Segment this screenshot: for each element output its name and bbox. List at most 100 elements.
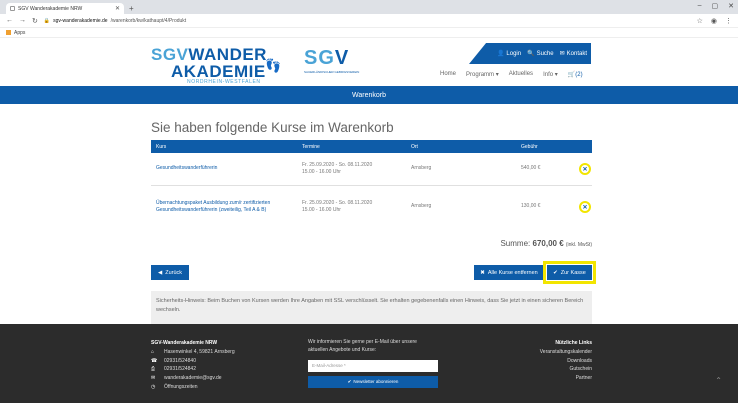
back-arrow-icon[interactable]: ← bbox=[6, 17, 13, 24]
main-nav: Home Programm ▾ Aktuelles Info ▾ 🛒(2) bbox=[440, 71, 583, 78]
column-ort: Ort bbox=[411, 143, 418, 150]
browser-tabbar: SGV Wanderakademie NRW ✕ + – ▢ ✕ bbox=[0, 0, 738, 14]
footer-link-voucher[interactable]: Gutschein bbox=[540, 365, 592, 374]
footer-address: Hasenwinkel 4, 59821 Arnsberg bbox=[164, 348, 235, 355]
remove-item-icon[interactable]: ✕ bbox=[579, 163, 591, 175]
browser-tab[interactable]: SGV Wanderakademie NRW ✕ bbox=[6, 3, 124, 14]
search-link[interactable]: 🔍 Suche bbox=[527, 50, 554, 58]
logo-text-nrw: NORDRHEIN-WESTFALEN bbox=[187, 79, 261, 85]
course-dates: Fr. 25.09.2020 - So. 08.11.2020 15.00 - 1… bbox=[302, 162, 411, 177]
footer-contact: SGV-Wanderakademie NRW ⌂ Hasenwinkel 4, 5… bbox=[151, 339, 235, 392]
mail-icon: ✉ bbox=[559, 51, 565, 57]
footer-phone[interactable]: 02931/524840 bbox=[164, 357, 196, 366]
scroll-top-icon[interactable]: ⌃ bbox=[715, 376, 722, 385]
home-icon: ⌂ bbox=[151, 348, 155, 355]
bookmark-apps[interactable]: Apps bbox=[14, 30, 25, 36]
time-range: 15.00 - 16.00 Uhr bbox=[302, 207, 341, 213]
sgv-logo-text-a: SG bbox=[304, 47, 335, 69]
footer-hours[interactable]: Öffnungszeiten bbox=[164, 383, 198, 392]
course-location: Arnsberg bbox=[411, 203, 432, 210]
checkout-highlight: ✔ Zur Kasse bbox=[543, 261, 596, 284]
footer-link-downloads[interactable]: Downloads bbox=[540, 357, 592, 366]
forward-arrow-icon[interactable]: → bbox=[19, 17, 26, 24]
cart-heading: Sie haben folgende Kurse im Warenkorb bbox=[151, 120, 394, 135]
tab-title: SGV Wanderakademie NRW bbox=[18, 5, 83, 12]
clock-icon: ◷ bbox=[151, 383, 156, 390]
time-range: 15.00 - 16.00 Uhr bbox=[302, 169, 341, 175]
total-label: Summe: bbox=[500, 239, 531, 248]
search-icon: 🔍 bbox=[527, 51, 535, 57]
browser-toolbar: ← → ↻ 🔒 sgv-wanderakademie.de/warenkorb/… bbox=[0, 14, 738, 28]
footer-newsletter: Wir informieren Sie gerne per E-Mail übe… bbox=[308, 338, 438, 388]
total-value: 670,00 € bbox=[532, 239, 564, 248]
cart-content: Sie haben folgende Kurse im Warenkorb Ku… bbox=[0, 104, 738, 324]
course-fee: 130,00 € bbox=[521, 203, 541, 210]
reload-icon[interactable]: ↻ bbox=[32, 17, 38, 25]
back-icon: ◀ bbox=[157, 269, 163, 276]
toolbar-icons: ☆ ◉ ⋮ bbox=[697, 17, 732, 25]
newsletter-text: Wir informieren Sie gerne per E-Mail übe… bbox=[308, 339, 417, 353]
login-link[interactable]: 👤 Login bbox=[496, 50, 522, 58]
newsletter-subscribe-button[interactable]: ✔ Newsletter abonnieren bbox=[308, 376, 438, 388]
checkout-button[interactable]: ✔ Zur Kasse bbox=[547, 265, 592, 280]
table-header: Kurs Termine Ort Gebühr bbox=[151, 140, 592, 153]
profile-icon[interactable]: ◉ bbox=[711, 17, 717, 25]
logo-text-akademie: AKADEMIE bbox=[171, 62, 266, 81]
date-range: Fr. 25.09.2020 - So. 08.11.2020 bbox=[302, 199, 373, 206]
user-icon: 👤 bbox=[496, 51, 505, 57]
footer-link-calendar[interactable]: Veranstaltungskalender bbox=[540, 348, 592, 357]
check-icon: ✔ bbox=[553, 269, 558, 276]
site-footer: SGV-Wanderakademie NRW ⌂ Hasenwinkel 4, 5… bbox=[0, 324, 738, 403]
login-label: Login bbox=[506, 50, 522, 57]
footer-links: Nützliche Links Veranstaltungskalender D… bbox=[540, 339, 592, 383]
footer-fax: 02931/524842 bbox=[164, 366, 196, 373]
sgv-logo-text-b: V bbox=[334, 47, 350, 69]
column-kurs: Kurs bbox=[156, 143, 167, 150]
site-header: SGVWANDER AKADEMIE NORDRHEIN-WESTFALEN 👣… bbox=[0, 38, 738, 86]
address-bar[interactable]: 🔒 sgv-wanderakademie.de/warenkorb/kw/kat… bbox=[44, 18, 691, 24]
course-link[interactable]: Gesundheitswanderführerin bbox=[156, 165, 302, 173]
nav-home[interactable]: Home bbox=[440, 71, 456, 78]
course-fee: 540,00 € bbox=[521, 165, 541, 172]
nav-programm[interactable]: Programm ▾ bbox=[466, 71, 499, 78]
cart-count: (2) bbox=[575, 72, 583, 78]
url-host: sgv-wanderakademie.de bbox=[53, 17, 108, 24]
maximize-icon[interactable]: ▢ bbox=[712, 2, 719, 10]
course-dates: Fr. 25.09.2020 - So. 08.11.2020 15.00 - 1… bbox=[302, 200, 411, 215]
footer-links-title: Nützliche Links bbox=[555, 340, 592, 346]
nav-aktuelles[interactable]: Aktuelles bbox=[509, 71, 533, 78]
total-note: (inkl. MwSt) bbox=[565, 242, 592, 248]
search-label: Suche bbox=[536, 50, 554, 57]
nav-cart[interactable]: 🛒(2) bbox=[568, 71, 583, 78]
date-range: Fr. 25.09.2020 - So. 08.11.2020 bbox=[302, 161, 373, 168]
wanderakademie-logo[interactable]: SGVWANDER AKADEMIE NORDRHEIN-WESTFALEN bbox=[151, 46, 271, 85]
remove-all-button[interactable]: ✖ Alle Kurse entfernen bbox=[474, 265, 544, 280]
footer-link-partner[interactable]: Partner bbox=[540, 374, 592, 383]
remove-item-icon[interactable]: ✕ bbox=[579, 201, 591, 213]
star-icon[interactable]: ☆ bbox=[697, 17, 703, 25]
column-gebuehr: Gebühr bbox=[521, 143, 538, 150]
nav-info[interactable]: Info ▾ bbox=[543, 71, 558, 78]
cart-total: Summe: 670,00 € (inkl. MwSt) bbox=[500, 239, 592, 248]
page-title: Warenkorb bbox=[352, 91, 386, 99]
footer-email[interactable]: wanderakademie@sgv.de bbox=[164, 374, 222, 383]
tab-close-icon[interactable]: ✕ bbox=[115, 5, 120, 12]
page-title-bar: Warenkorb bbox=[0, 86, 738, 104]
menu-icon[interactable]: ⋮ bbox=[725, 17, 732, 25]
sgv-logo[interactable]: SGV SAUERLÄNDISCHER GEBIRGSVEREIN bbox=[304, 47, 359, 74]
back-label: Zurück bbox=[165, 269, 183, 276]
table-row: Gesundheitswanderführerin Fr. 25.09.2020… bbox=[151, 153, 592, 186]
course-link[interactable]: Übernachtungspaket Ausbildung zum/r zert… bbox=[156, 200, 302, 215]
window-controls: – ▢ ✕ bbox=[698, 2, 734, 10]
contact-link[interactable]: ✉ Kontakt bbox=[559, 50, 587, 58]
newsletter-email-input[interactable]: E-Mail-Adresse * bbox=[308, 360, 438, 372]
back-button[interactable]: ◀ Zurück bbox=[151, 265, 189, 280]
email-icon: ✉ bbox=[151, 375, 156, 381]
course-location: Arnsberg bbox=[411, 165, 432, 172]
window-close-icon[interactable]: ✕ bbox=[728, 2, 734, 10]
column-termine: Termine bbox=[302, 143, 320, 150]
minimize-icon[interactable]: – bbox=[698, 2, 702, 10]
fax-icon: ⎙ bbox=[151, 366, 156, 373]
checkout-label: Zur Kasse bbox=[560, 269, 586, 276]
new-tab-button[interactable]: + bbox=[129, 4, 134, 13]
